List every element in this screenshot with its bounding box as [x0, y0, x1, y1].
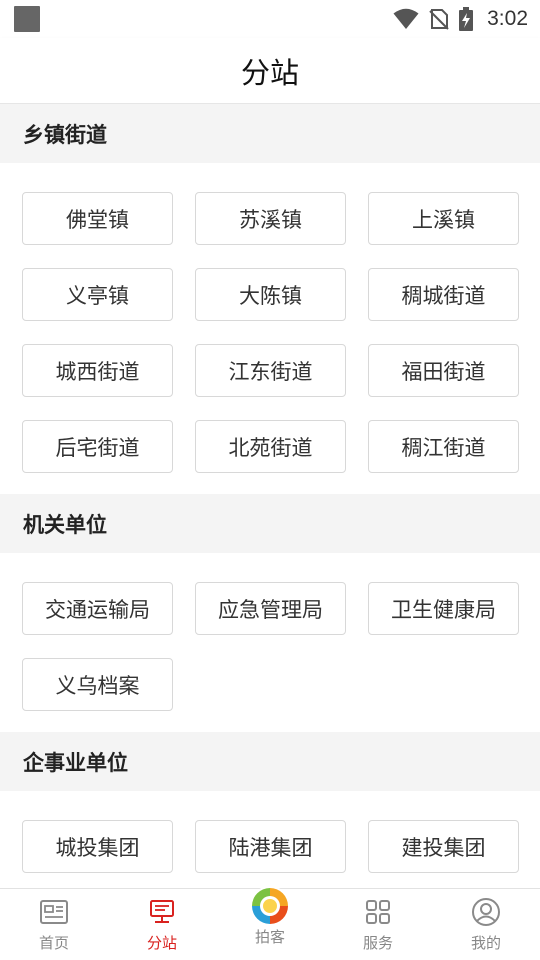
station-chip[interactable]: 义乌档案 — [22, 658, 173, 711]
station-chip[interactable]: 卫生健康局 — [368, 582, 519, 635]
section-title: 乡镇街道 — [23, 122, 107, 147]
status-bar: 3:02 — [0, 0, 540, 38]
station-chip[interactable]: 应急管理局 — [195, 582, 346, 635]
nav-label: 首页 — [38, 934, 69, 952]
chip-grid: 城投集团 陆港集团 建投集团 — [0, 791, 540, 888]
station-chip[interactable]: 江东街道 — [195, 344, 346, 397]
station-chip[interactable]: 苏溪镇 — [195, 192, 346, 245]
station-chip[interactable]: 福田街道 — [368, 344, 519, 397]
section-towns: 乡镇街道 佛堂镇 苏溪镇 上溪镇 义亭镇 大陈镇 稠城街道 城西街道 江东街道 … — [0, 104, 540, 494]
nav-label: 分站 — [146, 934, 177, 952]
section-enterprises: 企事业单位 城投集团 陆港集团 建投集团 — [0, 732, 540, 888]
nav-item-paike[interactable]: 拍客 — [216, 886, 324, 960]
station-chip[interactable]: 稠江街道 — [368, 420, 519, 473]
section-header: 机关单位 — [0, 494, 540, 553]
wifi-icon — [393, 8, 419, 29]
substation-icon — [147, 897, 177, 927]
nav-item-profile[interactable]: 我的 — [432, 889, 540, 960]
section-agencies: 机关单位 交通运输局 应急管理局 卫生健康局 义乌档案 — [0, 494, 540, 732]
nav-item-home[interactable]: 首页 — [0, 889, 108, 960]
station-chip[interactable]: 上溪镇 — [368, 192, 519, 245]
station-chip[interactable]: 佛堂镇 — [22, 192, 173, 245]
grid-icon — [363, 897, 393, 927]
content-scroll[interactable]: 乡镇街道 佛堂镇 苏溪镇 上溪镇 义亭镇 大陈镇 稠城街道 城西街道 江东街道 … — [0, 104, 540, 888]
battery-charging-icon — [459, 7, 474, 31]
section-header: 乡镇街道 — [0, 104, 540, 163]
section-title: 企事业单位 — [23, 750, 128, 775]
chip-grid: 交通运输局 应急管理局 卫生健康局 义乌档案 — [0, 553, 540, 732]
nav-item-substation[interactable]: 分站 — [108, 889, 216, 960]
station-chip[interactable]: 北苑街道 — [195, 420, 346, 473]
app-header: 分站 — [0, 38, 540, 104]
station-chip[interactable]: 陆港集团 — [195, 820, 346, 873]
status-time: 3:02 — [487, 7, 528, 30]
station-chip[interactable]: 义亭镇 — [22, 268, 173, 321]
station-chip[interactable]: 城西街道 — [22, 344, 173, 397]
nav-item-services[interactable]: 服务 — [324, 889, 432, 960]
section-title: 机关单位 — [23, 512, 107, 537]
station-chip[interactable]: 后宅街道 — [22, 420, 173, 473]
nav-label: 我的 — [470, 934, 501, 952]
notification-icon — [14, 6, 40, 32]
news-icon — [39, 897, 69, 927]
bottom-nav: 首页 分站 拍客 服务 我的 — [0, 886, 540, 960]
station-chip[interactable]: 交通运输局 — [22, 582, 173, 635]
no-sim-icon — [429, 9, 449, 30]
nav-label: 拍客 — [254, 928, 285, 946]
station-chip[interactable]: 城投集团 — [22, 820, 173, 873]
station-chip[interactable]: 大陈镇 — [195, 268, 346, 321]
chip-grid: 佛堂镇 苏溪镇 上溪镇 义亭镇 大陈镇 稠城街道 城西街道 江东街道 福田街道 … — [0, 163, 540, 494]
nav-label: 服务 — [362, 934, 393, 952]
profile-icon — [471, 897, 501, 927]
station-chip[interactable]: 建投集团 — [368, 820, 519, 873]
station-chip[interactable]: 稠城街道 — [368, 268, 519, 321]
page-title: 分站 — [240, 55, 299, 90]
section-header: 企事业单位 — [0, 732, 540, 791]
paike-logo-icon — [250, 886, 290, 926]
status-indicators: 3:02 — [393, 4, 528, 34]
